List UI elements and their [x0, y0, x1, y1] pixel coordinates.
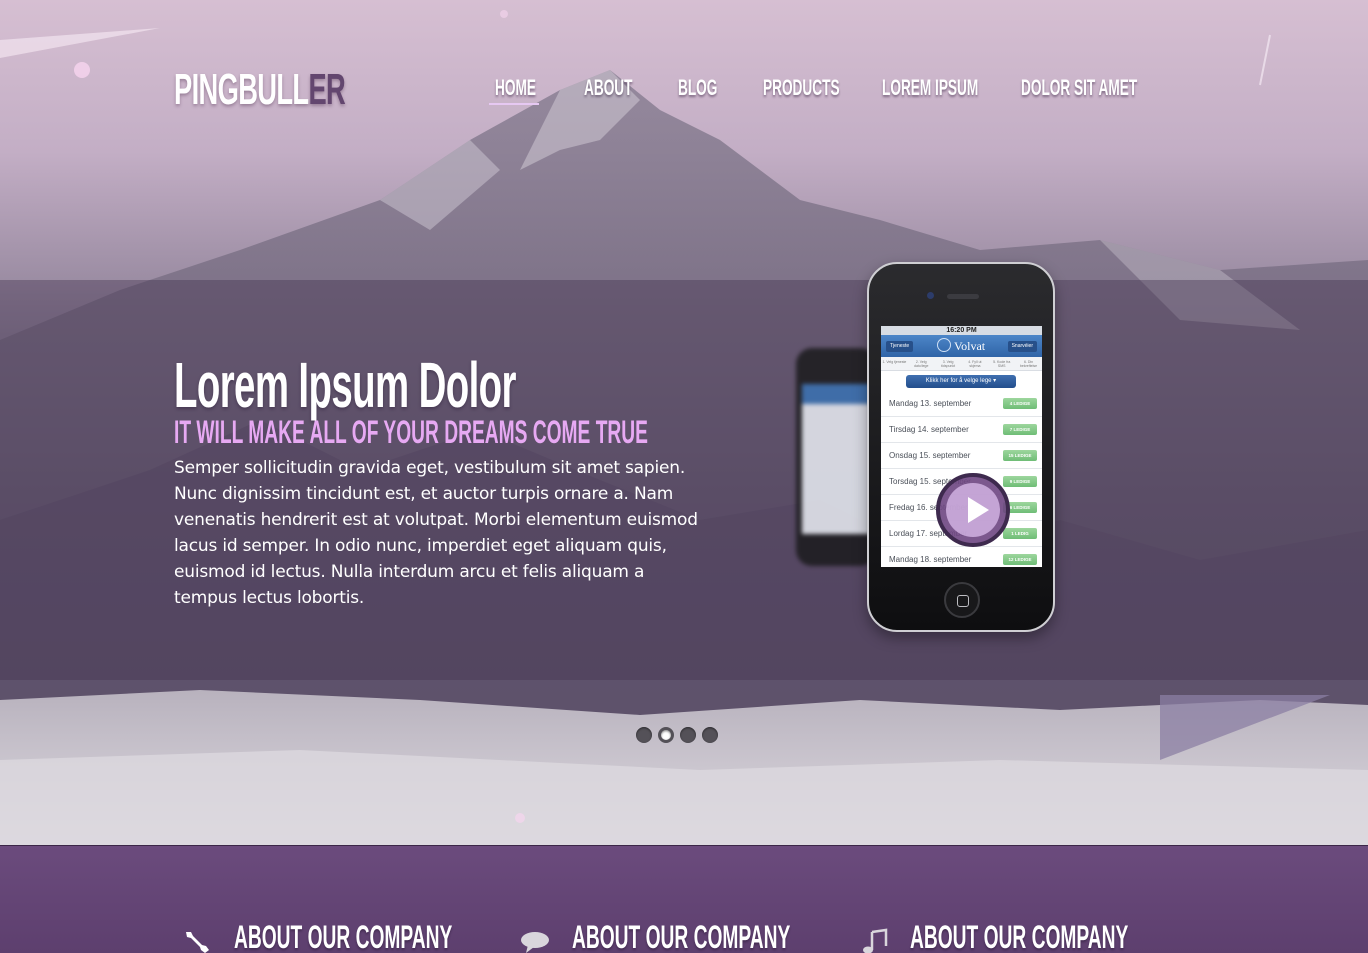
phone-speaker — [947, 294, 979, 299]
app-header: Tjeneste Volvat Snarvéier — [881, 335, 1042, 357]
nav-item-about[interactable]: ABOUT — [584, 72, 632, 104]
play-video-icon[interactable] — [936, 473, 1010, 547]
app-step: 4. Fyll ut skjema — [968, 360, 982, 368]
app-steps: 1. Velg tjeneste 2. Velg dato/lege 3. Ve… — [881, 357, 1042, 371]
nav-item-dolor-sit-amet[interactable]: DOLOR SIT AMET — [1021, 72, 1137, 104]
phone-mockup: 16:20 PM Tjeneste Volvat Snarvéier 1. Ve… — [867, 262, 1055, 632]
app-shortcuts-button[interactable]: Snarvéier — [1007, 341, 1037, 352]
phone-screen: 16:20 PM Tjeneste Volvat Snarvéier 1. Ve… — [881, 326, 1042, 567]
app-day-label: Mandag 13. september — [889, 399, 972, 408]
app-day-row[interactable]: Tirsdag 14. september 7 LEDIGE — [881, 417, 1042, 443]
feature-title: ABOUT OUR COMPANY — [910, 919, 1129, 953]
wrench-icon — [186, 932, 209, 953]
nav-item-products[interactable]: PRODUCTS — [763, 72, 840, 104]
app-availability-badge: 12 LEDIGE — [1003, 554, 1037, 565]
app-availability-badge: 7 LEDIGE — [1003, 424, 1037, 435]
app-step: 5. Kode fra SMS — [993, 360, 1011, 368]
app-day-label: Mandag 18. september — [889, 555, 972, 564]
app-availability-badge: 1 LEDIG — [1003, 528, 1037, 539]
slide-body-text: Semper sollicitudin gravida eget, vestib… — [174, 458, 698, 608]
slide-title: Lorem Ipsum Dolor — [174, 349, 516, 421]
app-pick-doctor-button[interactable]: Klikk her for å velge lege ▾ — [906, 375, 1016, 388]
nav-item-blog[interactable]: BLOG — [678, 72, 717, 104]
app-back-button[interactable]: Tjeneste — [886, 341, 914, 352]
nav-item-home[interactable]: HOME — [495, 72, 536, 104]
slide-subtitle: IT WILL MAKE ALL OF YOUR DREAMS COME TRU… — [174, 414, 648, 450]
app-step: 1. Velg tjeneste — [882, 360, 907, 364]
music-note-icon — [863, 928, 888, 953]
app-day-row[interactable]: Onsdag 15. september 15 LEDIGE — [881, 443, 1042, 469]
phone-home-button — [944, 582, 980, 618]
slider-dot-3[interactable] — [680, 727, 696, 743]
app-day-label: Onsdag 15. september — [889, 451, 971, 460]
app-step: 6. Din bekreftelse — [1019, 360, 1038, 368]
app-day-row[interactable]: Mandag 18. september 12 LEDIGE — [881, 547, 1042, 567]
app-availability-badge: 15 LEDIGE — [1003, 450, 1037, 461]
app-availability-badge: 9 LEDIGE — [1003, 476, 1037, 487]
app-step: 2. Velg dato/lege — [914, 360, 929, 368]
phone-mockup-back — [796, 348, 876, 566]
app-day-label: Tirsdag 14. september — [889, 425, 969, 434]
phone-camera — [927, 292, 934, 299]
nav-active-indicator — [489, 103, 539, 105]
slider-dot-4[interactable] — [702, 727, 718, 743]
feature-title: ABOUT OUR COMPANY — [572, 919, 791, 953]
slider-dot-1[interactable] — [636, 727, 652, 743]
feature-title: ABOUT OUR COMPANY — [234, 919, 453, 953]
app-step: 3. Velg tidspunkt — [941, 360, 956, 368]
slider-dot-2[interactable] — [658, 727, 674, 743]
app-day-row[interactable]: Mandag 13. september 4 LEDIGE — [881, 391, 1042, 417]
app-brand: Volvat — [937, 338, 985, 354]
app-status-time: 16:20 PM — [881, 326, 1042, 335]
main-nav: HOME ABOUT BLOG PRODUCTS LOREM IPSUM DOL… — [0, 72, 1368, 112]
speech-bubble-icon — [521, 932, 549, 953]
nav-item-lorem-ipsum[interactable]: LOREM IPSUM — [882, 72, 978, 104]
app-availability-badge: 4 LEDIGE — [1003, 398, 1037, 409]
